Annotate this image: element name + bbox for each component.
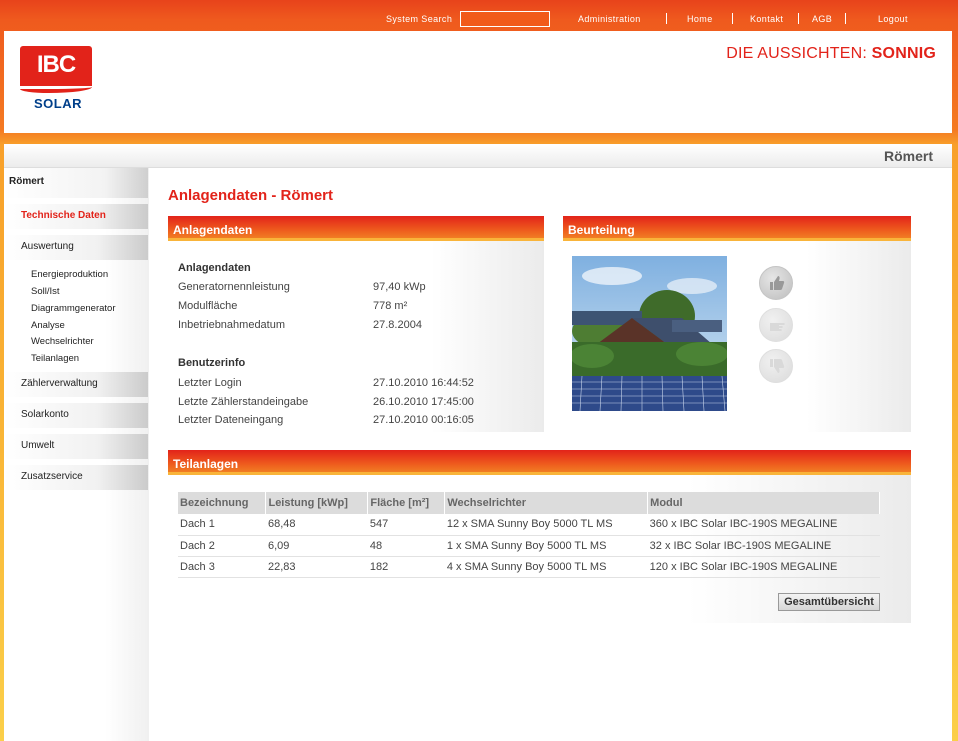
plant-photo xyxy=(572,256,727,411)
sidebar-item-solarkonto[interactable]: Solarkonto xyxy=(4,403,148,428)
nav-separator xyxy=(845,13,846,24)
kv-value: 27.8.2004 xyxy=(373,319,422,331)
beurteilung-panel-header: Beurteilung xyxy=(563,216,911,241)
nav-separator xyxy=(666,13,667,24)
kv-key: Letzte Zählerstandeingabe xyxy=(178,396,309,408)
nav-link-administration[interactable]: Administration xyxy=(578,14,641,24)
table-cell: 182 xyxy=(367,556,445,578)
logo-swoosh xyxy=(20,83,92,93)
column-header-modul: Modul xyxy=(647,492,880,514)
table-cell: 1 x SMA Sunny Boy 5000 TL MS xyxy=(444,535,648,557)
sidebar: Römert Technische Daten Auswertung Energ… xyxy=(4,168,149,741)
sidebar-subitem-diagrammgenerator[interactable]: Diagrammgenerator xyxy=(31,303,115,314)
logo-solar-text: SOLAR xyxy=(34,96,82,111)
table-cell: 22,83 xyxy=(265,556,368,578)
nav-separator xyxy=(732,13,733,24)
kv-value: 778 m² xyxy=(373,300,408,312)
kv-value: 26.10.2010 17:45:00 xyxy=(373,396,474,408)
column-header-leistung: Leistung [kWp] xyxy=(265,492,369,514)
ibc-solar-logo[interactable]: IBC SOLAR xyxy=(20,46,92,112)
kv-key: Letzter Dateneingang xyxy=(178,414,284,426)
top-navigation-bar: System Search Administration Home Kontak… xyxy=(0,0,958,31)
anlagendaten-panel: Anlagendaten Anlagendaten Generatornennl… xyxy=(168,216,544,432)
kv-value: 97,40 kWp xyxy=(373,281,426,293)
table-row: Dach 3 22,83 182 4 x SMA Sunny Boy 5000 … xyxy=(178,556,880,578)
table-cell: 360 x IBC Solar IBC-190S MEGALINE xyxy=(647,514,880,536)
sidebar-item-umwelt[interactable]: Umwelt xyxy=(4,434,148,459)
table-header-row: Bezeichnung Leistung [kWp] Fläche [m²] W… xyxy=(178,492,880,514)
table-cell: Dach 2 xyxy=(178,535,266,557)
rating-good-thumbs-up-icon[interactable] xyxy=(759,266,793,300)
column-header-wechselrichter: Wechselrichter xyxy=(444,492,649,514)
kv-key: Letzter Login xyxy=(178,377,242,389)
kv-value: 27.10.2010 16:44:52 xyxy=(373,377,474,389)
column-header-bezeichnung: Bezeichnung xyxy=(178,492,267,514)
plant-photo-image xyxy=(572,256,727,411)
table-cell: 48 xyxy=(367,535,445,557)
teilanlagen-table: Bezeichnung Leistung [kWp] Fläche [m²] W… xyxy=(178,492,880,578)
nav-separator xyxy=(798,13,799,24)
sidebar-item-auswertung[interactable]: Auswertung xyxy=(4,235,148,260)
system-search-label: System Search xyxy=(386,14,453,24)
table-cell: 6,09 xyxy=(265,535,368,557)
nav-link-home[interactable]: Home xyxy=(687,14,713,24)
nav-link-logout[interactable]: Logout xyxy=(878,14,908,24)
beurteilung-panel: Beurteilung xyxy=(563,216,911,432)
logo-ibc-mark: IBC xyxy=(20,46,92,86)
page-title: Anlagendaten - Römert xyxy=(168,187,334,204)
rating-medium-thumb-sideways-icon[interactable] xyxy=(759,308,793,342)
teilanlagen-panel: Teilanlagen Bezeichnung Leistung [kWp] F… xyxy=(168,450,911,623)
sidebar-top-item[interactable]: Römert xyxy=(4,168,148,198)
slogan: DIE AUSSICHTEN: SONNIG xyxy=(726,45,936,62)
table-cell: 120 x IBC Solar IBC-190S MEGALINE xyxy=(647,556,880,578)
table-cell: 32 x IBC Solar IBC-190S MEGALINE xyxy=(647,535,880,557)
section-title-benutzerinfo: Benutzerinfo xyxy=(178,357,246,369)
teilanlagen-panel-header: Teilanlagen xyxy=(168,450,911,475)
sidebar-subitem-energieproduktion[interactable]: Energieproduktion xyxy=(31,269,108,280)
sidebar-item-zaehlerverwaltung[interactable]: Zählerverwaltung xyxy=(4,372,148,397)
table-cell: 12 x SMA Sunny Boy 5000 TL MS xyxy=(444,514,648,536)
anlagendaten-panel-header: Anlagendaten xyxy=(168,216,544,241)
sidebar-item-zusatzservice[interactable]: Zusatzservice xyxy=(4,465,148,490)
rating-bad-thumbs-down-icon[interactable] xyxy=(759,349,793,383)
site-header: IBC SOLAR DIE AUSSICHTEN: SONNIG xyxy=(4,31,952,133)
nav-link-agb[interactable]: AGB xyxy=(812,14,832,24)
column-header-flaeche: Fläche [m²] xyxy=(367,492,446,514)
sidebar-subitem-analyse[interactable]: Analyse xyxy=(31,320,65,331)
sidebar-item-technische-daten[interactable]: Technische Daten xyxy=(4,204,148,229)
sidebar-subitem-wechselrichter[interactable]: Wechselrichter xyxy=(31,336,94,347)
table-row: Dach 1 68,48 547 12 x SMA Sunny Boy 5000… xyxy=(178,514,880,536)
kv-key: Generatornennleistung xyxy=(178,281,290,293)
kv-key: Inbetriebnahmedatum xyxy=(178,319,286,331)
table-cell: 547 xyxy=(367,514,445,536)
table-cell: Dach 3 xyxy=(178,556,266,578)
nav-link-kontakt[interactable]: Kontakt xyxy=(750,14,783,24)
table-cell: 68,48 xyxy=(265,514,368,536)
table-cell: 4 x SMA Sunny Boy 5000 TL MS xyxy=(444,556,648,578)
table-cell: Dach 1 xyxy=(178,514,266,536)
gesamtuebersicht-button[interactable]: Gesamtübersicht xyxy=(778,593,880,611)
system-search-input[interactable] xyxy=(460,11,550,27)
breadcrumb: Römert xyxy=(883,148,933,164)
breadcrumb-bar: Römert xyxy=(4,144,952,168)
table-row: Dach 2 6,09 48 1 x SMA Sunny Boy 5000 TL… xyxy=(178,535,880,557)
sidebar-subitem-teilanlagen[interactable]: Teilanlagen xyxy=(31,353,79,364)
kv-value: 27.10.2010 00:16:05 xyxy=(373,414,474,426)
kv-key: Modulfläche xyxy=(178,300,238,312)
sidebar-subitem-soll-ist[interactable]: Soll/Ist xyxy=(31,286,60,297)
main-page: Römert Römert Technische Daten Auswertun… xyxy=(4,144,952,741)
section-title-anlagendaten: Anlagendaten xyxy=(178,262,251,274)
